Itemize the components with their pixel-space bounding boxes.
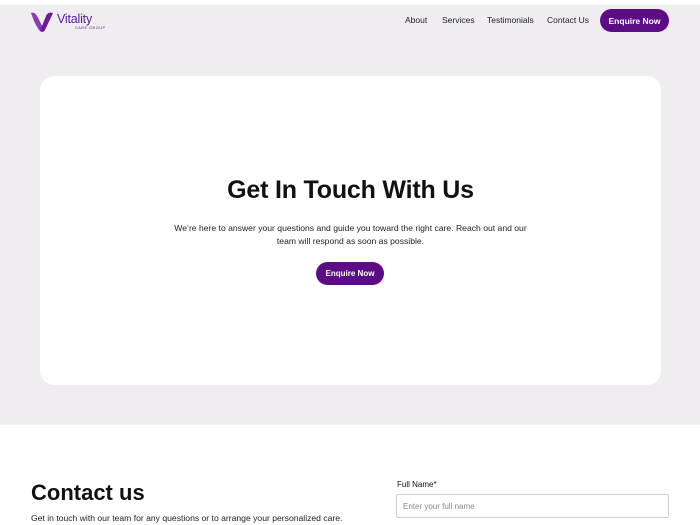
full-name-label: Full Name* <box>397 480 437 489</box>
hero-enquire-now-button[interactable]: Enquire Now <box>316 262 384 285</box>
hero-title: Get In Touch With Us <box>227 176 474 204</box>
nav-link-about[interactable]: About <box>405 15 427 25</box>
nav-link-services[interactable]: Services <box>442 15 475 25</box>
full-name-input[interactable] <box>396 494 669 518</box>
nav-link-testimonials[interactable]: Testimonials <box>487 15 534 25</box>
hero-section: Get In Touch With Us We’re here to answe… <box>0 37 700 425</box>
hero-description: We’re here to answer your questions and … <box>174 223 527 246</box>
site-header: Vitality CARE GROUP About Services Testi… <box>0 5 700 37</box>
contact-description: Get in touch with our team for any quest… <box>31 513 343 523</box>
header-enquire-now-button[interactable]: Enquire Now <box>600 9 669 32</box>
hero-card: Get In Touch With Us We’re here to answe… <box>40 76 661 385</box>
main-nav: About Services Testimonials Contact Us <box>0 15 700 31</box>
nav-link-contact-us[interactable]: Contact Us <box>547 15 589 25</box>
contact-title: Contact us <box>31 480 145 505</box>
